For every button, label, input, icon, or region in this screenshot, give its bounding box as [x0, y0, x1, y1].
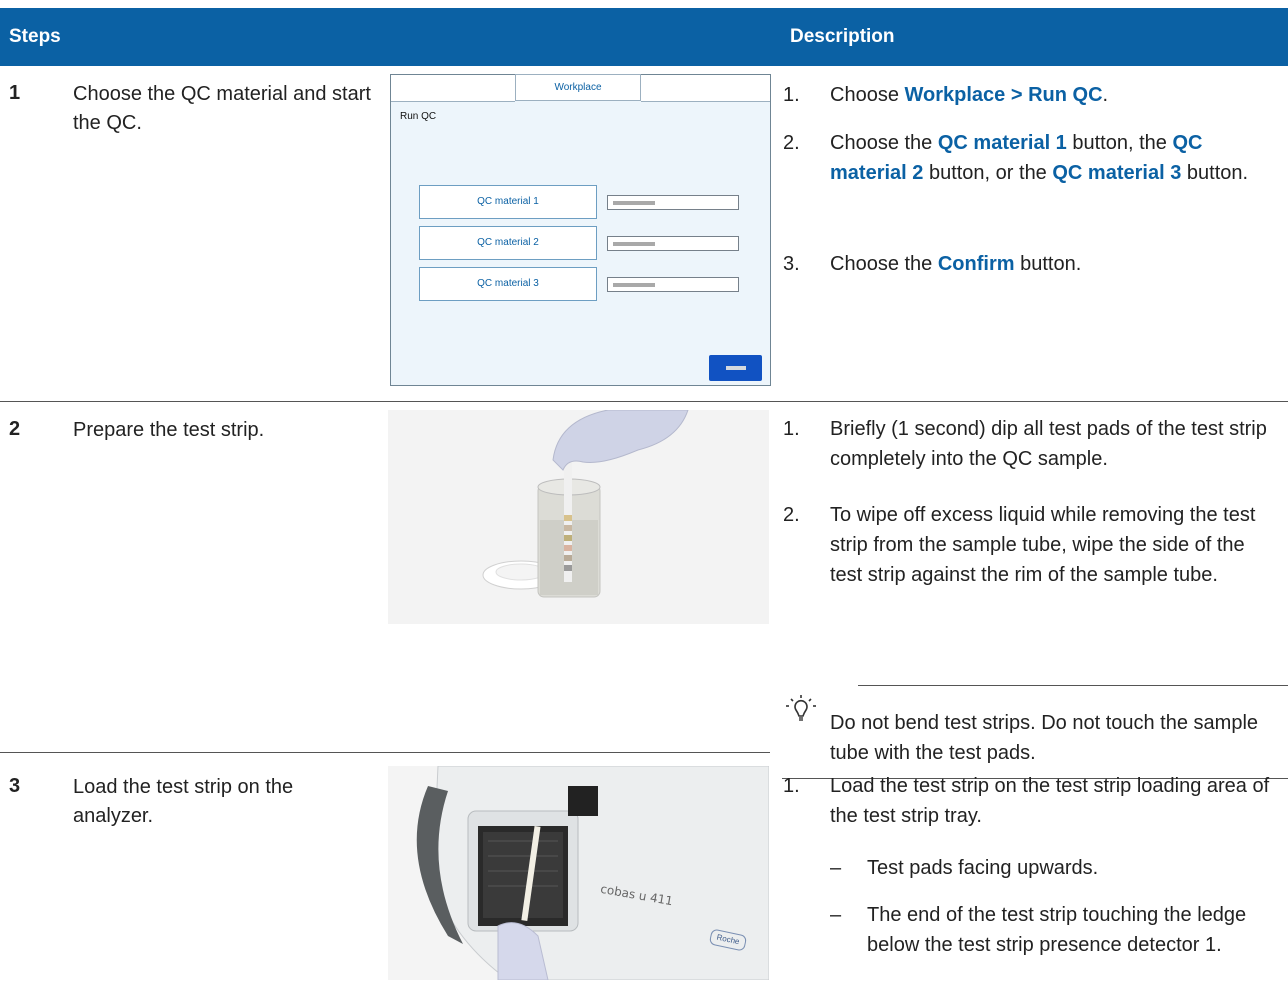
header-description: Description: [790, 26, 895, 47]
tip-divider: [858, 685, 1288, 686]
tab-workplace[interactable]: Workplace: [515, 74, 641, 101]
step-title: Prepare the test strip.: [73, 419, 265, 441]
table-header: Steps Description: [0, 8, 1288, 66]
confirm-button[interactable]: [709, 355, 762, 381]
qc-material-1-button[interactable]: QC material 1: [419, 185, 597, 219]
analyzer-photo: cobas u 411 Roche: [388, 766, 769, 980]
row-divider: [0, 401, 1288, 402]
qc-material-2-button[interactable]: QC material 2: [419, 226, 597, 260]
run-qc-screen: Workplace Run QC QC material 1 QC materi…: [390, 74, 771, 386]
qc-material-2-field[interactable]: [607, 236, 739, 251]
qc-material-3-field[interactable]: [607, 277, 739, 292]
step-number: 2: [9, 418, 21, 440]
qc-material-3-button[interactable]: QC material 3: [419, 267, 597, 301]
dip-test-strip-photo: [388, 410, 769, 624]
step-number: 1: [9, 82, 21, 104]
qc-material-1-field[interactable]: [607, 195, 739, 210]
screen-title: Run QC: [400, 111, 437, 122]
step-title: Load the test strip on the analyzer.: [73, 776, 294, 827]
tip-text: Do not bend test strips. Do not touch th…: [830, 712, 1259, 764]
row-divider: [0, 752, 770, 753]
step-title: Choose the QC material and start the QC.: [73, 83, 371, 134]
step-number: 3: [9, 775, 21, 797]
header-steps: Steps: [9, 26, 61, 47]
lightbulb-icon: [782, 693, 822, 733]
